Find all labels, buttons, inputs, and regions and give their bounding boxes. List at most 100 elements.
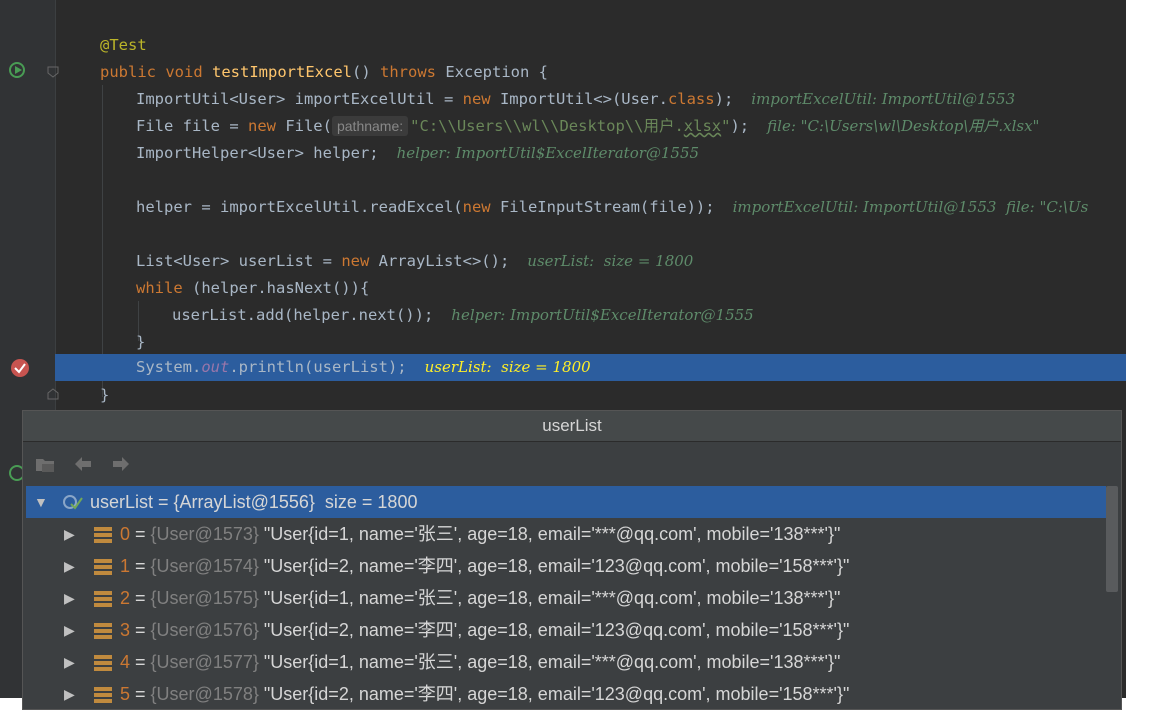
item-index: 3: [120, 620, 131, 640]
tree-item-row[interactable]: ▶ 1 = {User@1574} "User{id=2, name='李四', …: [26, 550, 1106, 582]
item-value: "User{id=1, name='张三', age=18, email='**…: [263, 652, 841, 672]
back-arrow-icon[interactable]: [71, 452, 95, 476]
inline-debug-value: userList: size = 1800: [527, 252, 694, 270]
current-execution-line: System.out.println(userList); userList: s…: [55, 354, 1126, 381]
keyword: while: [136, 279, 183, 297]
field-icon: [94, 623, 112, 639]
equals-sign: =: [130, 684, 151, 704]
item-text: 2 = {User@1575} "User{id=1, name='张三', a…: [120, 582, 840, 614]
collapse-arrow-icon[interactable]: ▼: [34, 486, 48, 518]
item-value: "User{id=1, name='张三', age=18, email='**…: [263, 588, 841, 608]
keyword: new: [247, 117, 276, 135]
folder-icon[interactable]: [33, 452, 57, 476]
field-icon: [94, 687, 112, 703]
code-text: File file =: [136, 117, 248, 135]
string-literal: xlsx: [683, 117, 722, 135]
scrollbar[interactable]: [1106, 486, 1118, 592]
variable-tree[interactable]: ▼ userList = {ArrayList@1556} size = 180…: [26, 486, 1106, 710]
code-line: File file = new File(pathname: "C:\\Users…: [55, 113, 1126, 140]
code-text: ImportUtil<User> importExcelUtil =: [136, 90, 463, 108]
keyword: void: [165, 63, 203, 81]
tree-item-row[interactable]: ▶ 5 = {User@1578} "User{id=2, name='李四', …: [26, 678, 1106, 710]
code-line: userList.add(helper.next()); helper: Impo…: [55, 302, 1126, 329]
expand-arrow-icon[interactable]: ▶: [64, 678, 75, 710]
keyword: new: [462, 198, 491, 216]
root-label: userList = {ArrayList@1556} size = 1800: [90, 492, 418, 512]
field-icon: [94, 655, 112, 671]
item-text: 3 = {User@1576} "User{id=2, name='李四', a…: [120, 614, 849, 646]
code-text: ArrayList<>();: [369, 252, 510, 270]
keyword: throws: [380, 63, 436, 81]
equals-sign: =: [130, 652, 151, 672]
code-text: .println(userList);: [229, 358, 407, 376]
equals-sign: =: [130, 588, 151, 608]
equals-sign: =: [130, 620, 151, 640]
item-index: 2: [120, 588, 131, 608]
method-name: testImportExcel: [212, 63, 352, 81]
item-text: 0 = {User@1573} "User{id=1, name='张三', a…: [120, 518, 840, 550]
tree-item-row[interactable]: ▶ 2 = {User@1575} "User{id=1, name='张三', …: [26, 582, 1106, 614]
expand-arrow-icon[interactable]: ▶: [64, 582, 75, 614]
code-text: }: [100, 386, 110, 404]
code-text: );: [730, 117, 750, 135]
code-text: }: [136, 333, 146, 351]
tree-item-row[interactable]: ▶ 3 = {User@1576} "User{id=2, name='李四', …: [26, 614, 1106, 646]
equals-sign: =: [130, 524, 151, 544]
item-ref: {User@1578}: [150, 684, 259, 704]
item-index: 4: [120, 652, 131, 672]
expand-arrow-icon[interactable]: ▶: [64, 614, 75, 646]
run-gutter-icon[interactable]: [7, 60, 29, 82]
item-ref: {User@1577}: [150, 652, 259, 672]
forward-arrow-icon[interactable]: [109, 452, 133, 476]
code-text: List<User> userList =: [136, 252, 342, 270]
code-text: File(: [275, 117, 332, 135]
code-line: ImportHelper<User> helper; helper: Import…: [55, 140, 1126, 167]
breakpoint-icon[interactable]: [9, 357, 31, 379]
inline-debug-value: importExcelUtil: ImportUtil@1553 file: "…: [732, 198, 1089, 216]
watch-icon: [63, 495, 83, 510]
popup-title[interactable]: userList: [23, 411, 1121, 442]
tree-root-row[interactable]: ▼ userList = {ArrayList@1556} size = 180…: [26, 486, 1106, 518]
code-line: ImportUtil<User> importExcelUtil = new I…: [55, 86, 1126, 113]
item-index: 0: [120, 524, 131, 544]
code-line: }: [55, 382, 1126, 409]
item-ref: {User@1576}: [150, 620, 259, 640]
inline-debug-value: helper: ImportUtil$ExcelIterator@1555: [451, 306, 754, 324]
string-literal: "C:\\Users\\wl\\Desktop\\用户.: [410, 117, 684, 135]
keyword: public: [100, 63, 156, 81]
parameter-hint: pathname:: [331, 116, 409, 136]
expand-arrow-icon[interactable]: ▶: [64, 646, 75, 678]
code-text: );: [714, 90, 734, 108]
item-ref: {User@1573}: [150, 524, 259, 544]
code-text: System.: [136, 358, 202, 376]
item-text: 5 = {User@1578} "User{id=2, name='李四', a…: [120, 678, 849, 710]
annotation: @Test: [100, 36, 147, 54]
code-line: }: [55, 329, 1126, 356]
variable-inspector-popup[interactable]: userList ▼ userList = {ArrayList@1556} s…: [22, 410, 1122, 710]
tree-item-row[interactable]: ▶ 0 = {User@1573} "User{id=1, name='张三', …: [26, 518, 1106, 550]
keyword: class: [667, 90, 715, 108]
inline-debug-value: helper: ImportUtil$ExcelIterator@1555: [396, 144, 700, 162]
keyword: new: [341, 252, 370, 270]
field-icon: [94, 527, 112, 543]
item-ref: {User@1575}: [150, 588, 259, 608]
code-line: helper = importExcelUtil.readExcel(new F…: [55, 194, 1126, 221]
expand-arrow-icon[interactable]: ▶: [64, 518, 75, 550]
field-icon: [94, 559, 112, 575]
item-index: 5: [120, 684, 131, 704]
code-line: @Test: [55, 32, 1126, 59]
code-text: userList.add(helper.next());: [172, 306, 434, 324]
popup-toolbar: [23, 442, 1121, 486]
expand-arrow-icon[interactable]: ▶: [64, 550, 75, 582]
code-line: List<User> userList = new ArrayList<>();…: [55, 248, 1126, 275]
code-text: (helper.hasNext()){: [182, 279, 370, 297]
code-text: Exception {: [436, 63, 548, 81]
equals-sign: =: [130, 556, 151, 576]
item-value: "User{id=1, name='张三', age=18, email='**…: [263, 524, 841, 544]
tree-item-row[interactable]: ▶ 4 = {User@1577} "User{id=1, name='张三', …: [26, 646, 1106, 678]
code-text: helper = importExcelUtil.readExcel(: [136, 198, 463, 216]
item-value: "User{id=2, name='李四', age=18, email='12…: [263, 556, 850, 576]
field-icon: [94, 591, 112, 607]
item-ref: {User@1574}: [150, 556, 259, 576]
inline-debug-value: importExcelUtil: ImportUtil@1553: [751, 90, 1016, 108]
